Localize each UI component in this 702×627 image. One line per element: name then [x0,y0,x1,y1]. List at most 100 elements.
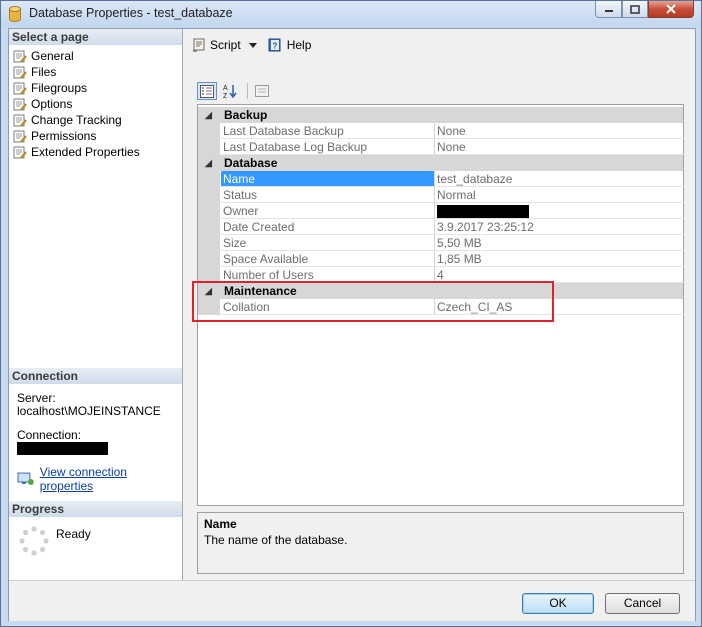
property-row[interactable]: Space Available 1,85 MB [198,251,685,267]
property-key: Name [221,171,435,187]
page-wrench-icon [13,114,27,127]
sidebar-item-files[interactable]: Files [13,64,140,80]
description-text: The name of the database. [204,533,348,547]
property-grid-toolbar: A Z [197,80,275,102]
property-description-panel: Name The name of the database. [197,512,684,574]
server-value: localhost\MOJEINSTANCE [17,404,161,418]
property-row[interactable]: Last Database Backup None [198,123,685,139]
right-pane: Script ? Help A Z ◢ Backup Last Database… [183,29,695,580]
window-title: Database Properties - test_databaze [29,6,233,20]
view-connection-properties-link[interactable]: View connection properties [40,465,182,493]
property-key: Status [221,187,435,203]
sort-az-icon: A Z [223,85,237,99]
progress-spinner-icon [19,526,49,556]
property-value: 3.9.2017 23:25:12 [435,219,685,235]
collapse-triangle-icon[interactable]: ◢ [205,155,212,171]
page-wrench-icon [13,50,27,63]
help-book-icon: ? [268,38,281,52]
database-icon [9,6,21,22]
progress-status: Ready [56,527,91,541]
page-wrench-icon [13,146,27,159]
help-label: Help [286,38,312,52]
page-wrench-icon [13,130,27,143]
property-key: Date Created [221,219,435,235]
property-pages-button[interactable] [252,82,272,100]
property-row[interactable]: Last Database Log Backup None [198,139,685,155]
category-maintenance[interactable]: ◢ Maintenance [198,283,683,299]
property-row[interactable]: Status Normal [198,187,685,203]
property-key: Owner [221,203,435,219]
sidebar-item-label: Options [31,97,73,111]
redacted-connection [17,442,108,455]
categorized-icon [200,84,214,98]
sidebar-item-options[interactable]: Options [13,96,140,112]
sidebar-item-label: General [31,49,74,63]
top-toolbar: Script ? Help [191,35,321,55]
sidebar-item-label: Extended Properties [31,145,140,159]
close-button[interactable] [648,1,694,18]
property-key: Last Database Backup [221,123,435,139]
categorized-button[interactable] [197,82,217,100]
page-list: General Files Filegroups Options Change … [13,48,140,160]
connection-properties-icon [17,472,34,485]
script-label: Script [210,38,241,52]
page-wrench-icon [13,98,27,111]
property-row[interactable]: Collation Czech_CI_AS [198,299,685,315]
property-row[interactable]: Size 5,50 MB [198,235,685,251]
sidebar-item-change-tracking[interactable]: Change Tracking [13,112,140,128]
progress-header: Progress [9,501,182,517]
sidebar-item-label: Files [31,65,57,79]
sidebar-item-label: Filegroups [31,81,88,95]
connection-label: Connection: [17,428,82,442]
collapse-triangle-icon[interactable]: ◢ [205,107,212,123]
property-value: Czech_CI_AS [435,299,685,315]
script-button[interactable]: Script [191,37,257,53]
minimize-button[interactable] [595,1,622,18]
property-grid: ◢ Backup Last Database Backup None Last … [197,104,685,506]
property-row-selected[interactable]: Name test_databaze [198,171,685,187]
property-key: Collation [221,299,435,315]
property-value: 4 [435,267,685,283]
property-key: Number of Users [221,267,435,283]
property-row[interactable]: Owner [198,203,685,219]
maximize-icon [630,4,640,14]
page-wrench-icon [13,66,27,79]
dialog-window: Database Properties - test_databaze Sele… [0,0,702,627]
button-bar: OK Cancel [9,580,695,621]
property-value: None [435,123,685,139]
close-icon [666,4,676,14]
sidebar-item-general[interactable]: General [13,48,140,64]
property-key: Size [221,235,435,251]
sidebar-item-extended-properties[interactable]: Extended Properties [13,144,140,160]
property-value: 5,50 MB [435,235,685,251]
help-button[interactable]: ? Help [267,37,312,53]
connection-header: Connection [9,368,182,384]
property-row[interactable]: Number of Users 4 [198,267,685,283]
title-bar[interactable]: Database Properties - test_databaze [1,1,701,27]
alphabetical-button[interactable]: A Z [220,82,240,100]
sidebar-item-label: Permissions [31,129,97,143]
sidebar-item-label: Change Tracking [31,113,122,127]
select-page-header: Select a page [9,29,182,45]
category-backup[interactable]: ◢ Backup [198,107,683,123]
property-value: 1,85 MB [435,251,685,267]
sidebar-item-filegroups[interactable]: Filegroups [13,80,140,96]
cancel-button[interactable]: Cancel [605,593,680,614]
left-pane: Select a page General Files Filegroups O… [9,29,183,580]
ok-button[interactable]: OK [522,593,594,614]
toolbar-separator [247,83,248,99]
view-connection-row: View connection properties [17,465,182,493]
property-value: test_databaze [435,171,685,187]
property-value [435,203,685,219]
description-title: Name [204,517,237,531]
sidebar-item-permissions[interactable]: Permissions [13,128,140,144]
maximize-button[interactable] [622,1,648,18]
svg-text:A: A [223,85,228,92]
connection-info: Server: localhost\MOJEINSTANCE Connectio… [17,392,161,455]
collapse-triangle-icon[interactable]: ◢ [205,283,212,299]
dialog-content: Select a page General Files Filegroups O… [8,28,696,621]
chevron-down-icon[interactable] [248,42,257,48]
property-row[interactable]: Date Created 3.9.2017 23:25:12 [198,219,685,235]
category-database[interactable]: ◢ Database [198,155,683,171]
property-value: Normal [435,187,685,203]
